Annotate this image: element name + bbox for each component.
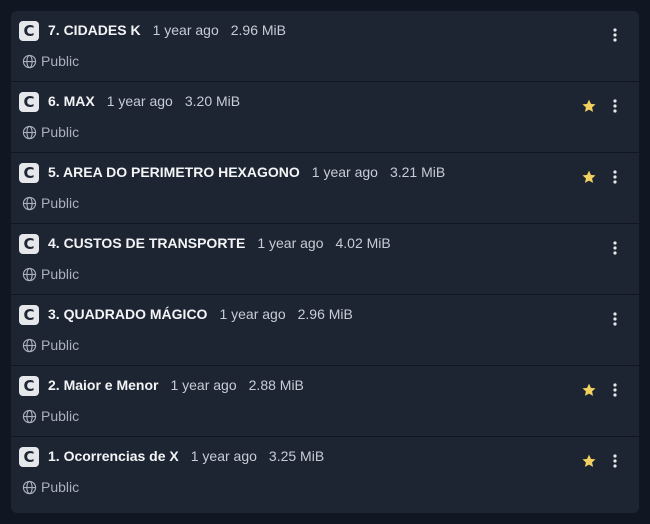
c-language-icon: C [19, 21, 39, 41]
item-age: 1 year ago [190, 448, 257, 464]
item-title[interactable]: 5. AREA DO PERIMETRO HEXAGONO [48, 164, 300, 180]
item-header: 6. MAX 1 year ago 3.20 MiB [48, 93, 252, 109]
item-age: 1 year ago [170, 377, 237, 393]
item-age: 1 year ago [106, 93, 173, 109]
more-options-button[interactable] [605, 450, 625, 472]
list-item[interactable]: C 6. MAX 1 year ago 3.20 MiB Public [11, 82, 639, 153]
visibility-label: Public [41, 337, 80, 353]
more-options-button[interactable] [605, 379, 625, 401]
list-item[interactable]: C 2. Maior e Menor 1 year ago 2.88 MiB P… [11, 366, 639, 437]
item-title[interactable]: 6. MAX [48, 93, 95, 109]
c-language-icon: C [19, 163, 39, 183]
item-size: 2.96 MiB [297, 306, 353, 322]
more-vertical-icon [613, 383, 617, 397]
more-vertical-icon [613, 170, 617, 184]
c-language-icon: C [19, 92, 39, 112]
visibility-info: Public [22, 479, 79, 495]
visibility-info: Public [22, 53, 79, 69]
item-header: 4. CUSTOS DE TRANSPORTE 1 year ago 4.02 … [48, 235, 403, 251]
visibility-info: Public [22, 266, 79, 282]
item-header: 1. Ocorrencias de X 1 year ago 3.25 MiB [48, 448, 336, 464]
globe-icon [22, 338, 37, 352]
item-title[interactable]: 7. CIDADES K [48, 22, 141, 38]
globe-icon [22, 480, 37, 494]
visibility-info: Public [22, 337, 79, 353]
list-item[interactable]: C 1. Ocorrencias de X 1 year ago 3.25 Mi… [11, 437, 639, 508]
item-size: 2.96 MiB [230, 22, 286, 38]
visibility-label: Public [41, 408, 80, 424]
globe-icon [22, 125, 37, 139]
item-size: 3.21 MiB [389, 164, 446, 180]
item-size: 2.88 MiB [248, 377, 304, 393]
globe-icon [22, 267, 37, 281]
list-item[interactable]: C 3. QUADRADO MÁGICO 1 year ago 2.96 MiB… [11, 295, 639, 366]
c-language-icon: C [19, 305, 39, 325]
visibility-info: Public [22, 195, 79, 211]
visibility-label: Public [41, 266, 80, 282]
more-vertical-icon [613, 312, 617, 326]
more-options-button[interactable] [605, 237, 625, 259]
item-age: 1 year ago [257, 235, 324, 251]
globe-icon [22, 196, 37, 210]
c-language-icon: C [19, 376, 39, 396]
star-icon[interactable] [581, 169, 597, 185]
visibility-info: Public [22, 124, 79, 140]
more-vertical-icon [613, 241, 617, 255]
item-header: 5. AREA DO PERIMETRO HEXAGONO 1 year ago… [48, 164, 457, 180]
item-header: 3. QUADRADO MÁGICO 1 year ago 2.96 MiB [48, 306, 365, 322]
list-item[interactable]: C 4. CUSTOS DE TRANSPORTE 1 year ago 4.0… [11, 224, 639, 295]
globe-icon [22, 409, 37, 423]
more-vertical-icon [613, 28, 617, 42]
item-header: 7. CIDADES K 1 year ago 2.96 MiB [48, 22, 298, 38]
more-options-button[interactable] [605, 24, 625, 46]
item-title[interactable]: 2. Maior e Menor [48, 377, 158, 393]
item-age: 1 year ago [152, 22, 219, 38]
more-options-button[interactable] [605, 95, 625, 117]
c-language-icon: C [19, 447, 39, 467]
star-icon[interactable] [581, 382, 597, 398]
item-age: 1 year ago [311, 164, 378, 180]
star-icon[interactable] [581, 453, 597, 469]
item-title[interactable]: 1. Ocorrencias de X [48, 448, 179, 464]
visibility-info: Public [22, 408, 79, 424]
item-size: 3.25 MiB [268, 448, 325, 464]
globe-icon [22, 54, 37, 68]
list-item[interactable]: C 7. CIDADES K 1 year ago 2.96 MiB Publi… [11, 11, 639, 82]
star-icon[interactable] [581, 98, 597, 114]
more-options-button[interactable] [605, 166, 625, 188]
item-title[interactable]: 3. QUADRADO MÁGICO [48, 306, 207, 322]
c-language-icon: C [19, 234, 39, 254]
item-size: 4.02 MiB [335, 235, 391, 251]
repository-list: C 7. CIDADES K 1 year ago 2.96 MiB Publi… [11, 11, 639, 513]
item-header: 2. Maior e Menor 1 year ago 2.88 MiB [48, 377, 316, 393]
visibility-label: Public [41, 53, 80, 69]
visibility-label: Public [41, 195, 80, 211]
more-options-button[interactable] [605, 308, 625, 330]
item-title[interactable]: 4. CUSTOS DE TRANSPORTE [48, 235, 245, 251]
more-vertical-icon [613, 99, 617, 113]
more-vertical-icon [613, 454, 617, 468]
item-age: 1 year ago [219, 306, 286, 322]
visibility-label: Public [41, 479, 80, 495]
item-size: 3.20 MiB [184, 93, 241, 109]
list-item[interactable]: C 5. AREA DO PERIMETRO HEXAGONO 1 year a… [11, 153, 639, 224]
visibility-label: Public [41, 124, 80, 140]
